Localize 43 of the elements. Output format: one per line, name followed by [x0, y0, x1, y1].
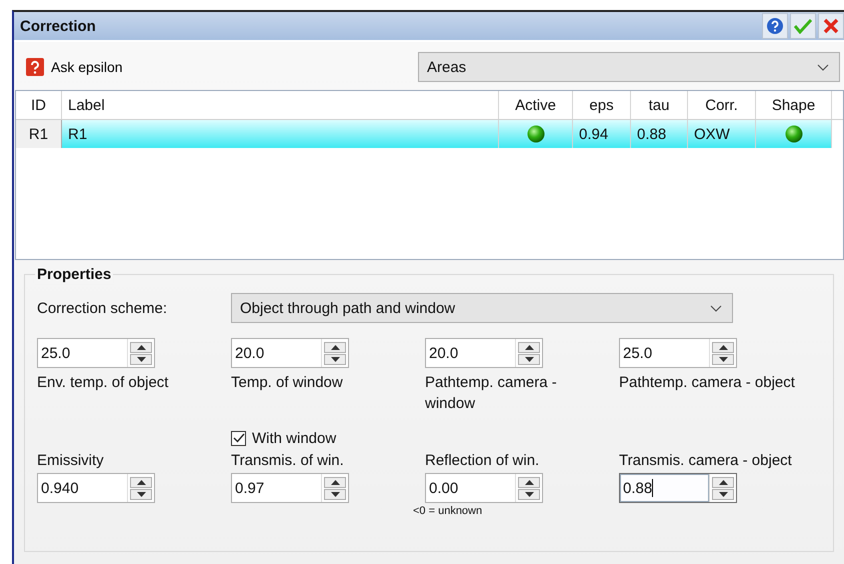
field-label: Transmis. camera - object [619, 451, 793, 471]
status-indicator-icon [784, 125, 802, 143]
row-id-cell: R1 [16, 120, 62, 148]
checkmark-icon [794, 18, 812, 34]
column-header[interactable]: Label [62, 91, 499, 119]
column-header[interactable]: tau [631, 91, 688, 119]
field-label: Emissivity [37, 451, 105, 471]
help-icon [766, 17, 784, 35]
column-header[interactable]: eps [573, 91, 631, 119]
chevron-down-icon [710, 304, 722, 312]
field-label: Correction scheme: [37, 300, 168, 316]
column-header[interactable]: Corr. [688, 91, 756, 119]
help-button[interactable] [762, 13, 788, 39]
dropdown-value: Areas [427, 58, 466, 76]
correction-scheme-dropdown[interactable]: Object through path and window [231, 293, 733, 323]
question-mark-icon [26, 58, 44, 76]
table-cell: 0.94 [573, 120, 631, 148]
window-title: Correction [19, 18, 96, 34]
cancel-button[interactable] [818, 13, 844, 39]
hint-text: <0 = unknown [413, 505, 484, 517]
field-label: Transmis. of win. [231, 451, 345, 471]
table-cell: R1 [62, 120, 499, 148]
checkmark-icon [232, 433, 244, 443]
area-type-dropdown[interactable]: Areas [418, 52, 840, 82]
ask-epsilon-button[interactable]: Ask epsilon [26, 58, 123, 76]
column-header[interactable]: Shape [756, 91, 832, 119]
column-header[interactable]: Active [499, 91, 573, 119]
field-label: Reflection of win. [425, 451, 540, 471]
dropdown-value: Object through path and window [240, 300, 456, 316]
table-cell: OXW [688, 120, 756, 148]
field-label: Pathtemp. camera - object [619, 373, 796, 393]
field-label: Env. temp. of object [37, 373, 170, 393]
checkbox[interactable] [231, 430, 246, 446]
column-header[interactable]: ID [16, 91, 62, 119]
field-label: Temp. of window [231, 373, 344, 393]
table-row[interactable]: R1 R1 0.94 0.88 OXW [16, 120, 832, 148]
group-title: Properties [35, 266, 114, 283]
with-window-checkbox[interactable]: With window [231, 426, 425, 450]
field-label: Pathtemp. camera - window [425, 373, 558, 414]
table-cell: 0.88 [631, 120, 688, 148]
chevron-down-icon [817, 64, 829, 70]
close-icon [823, 18, 839, 34]
status-indicator-icon [526, 125, 544, 143]
